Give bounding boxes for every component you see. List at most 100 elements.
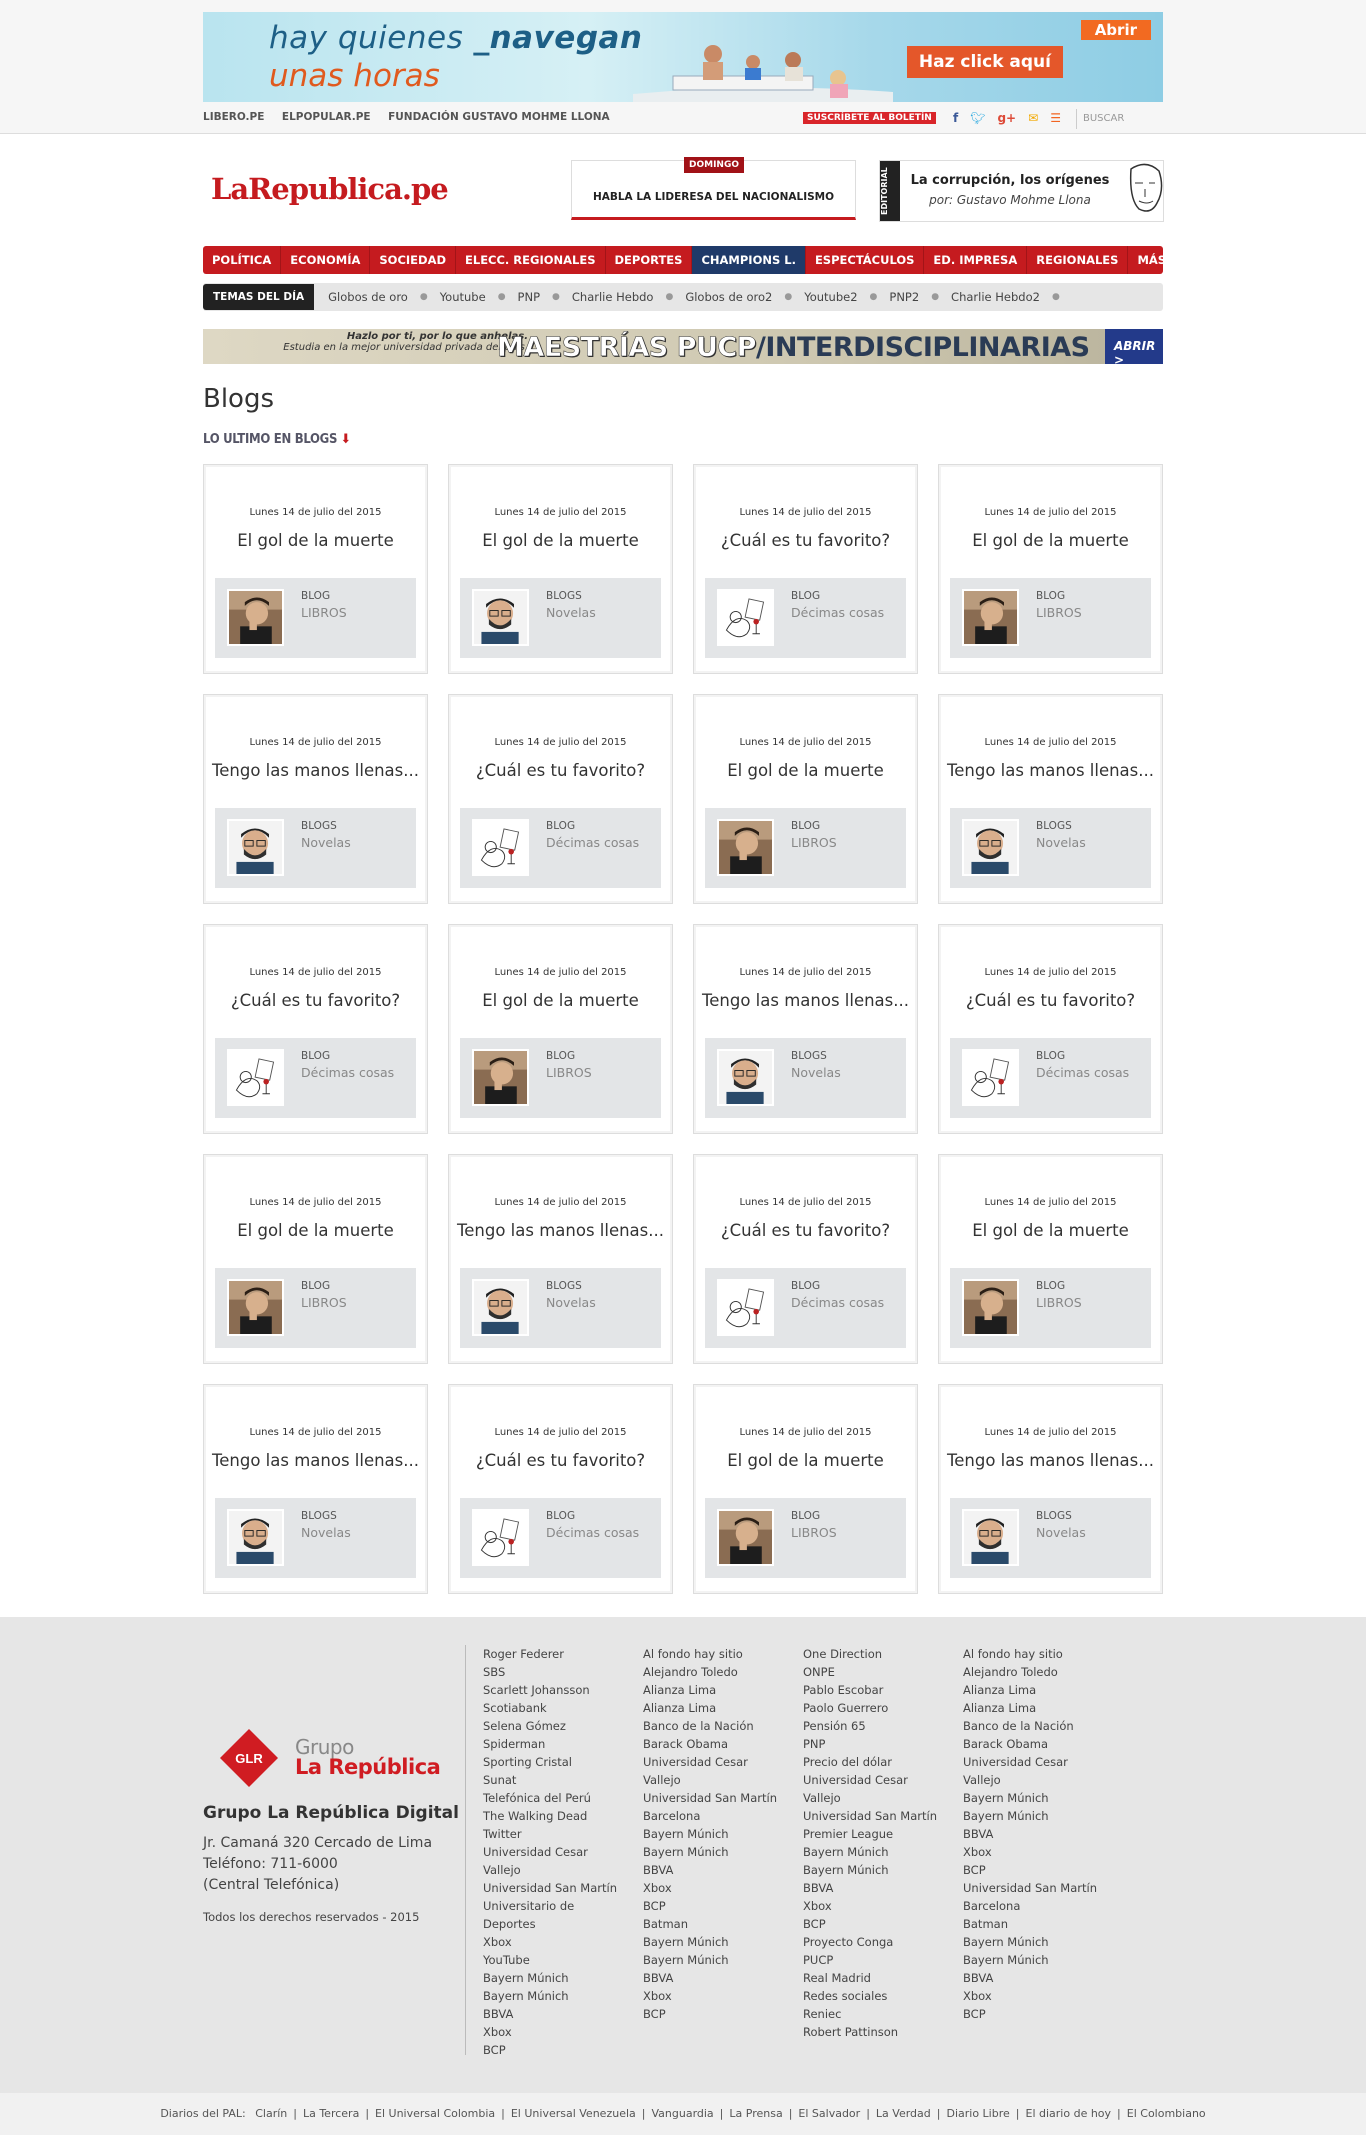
- footer-tag-link[interactable]: BCP: [483, 2041, 617, 2059]
- subscribe-button[interactable]: SUSCRÍBETE AL BOLETÍN: [803, 112, 936, 124]
- footer-tag-link[interactable]: Selena Gómez: [483, 1717, 617, 1735]
- footer-tag-link[interactable]: Universidad Cesar: [643, 1753, 777, 1771]
- blog-card[interactable]: Lunes 14 de julio del 2015 Tengo las mano…: [203, 694, 428, 904]
- blog-name[interactable]: LIBROS: [1036, 1295, 1082, 1310]
- site-logo[interactable]: LaRepublica.pe: [211, 172, 449, 206]
- footer-tag-link[interactable]: YouTube: [483, 1951, 617, 1969]
- mail-icon[interactable]: ✉: [1028, 111, 1038, 125]
- ad-abrir-button[interactable]: Abrir: [1080, 20, 1151, 40]
- card-title[interactable]: Tengo las manos llenas...: [449, 1221, 672, 1240]
- card-title[interactable]: El gol de la muerte: [694, 1451, 917, 1470]
- pucp-advertisement[interactable]: Hazlo por ti, por lo que anhelas. Estudia…: [203, 329, 1163, 364]
- ad-click-button[interactable]: Haz click aquí: [906, 46, 1063, 78]
- tema-link[interactable]: Charlie Hebdo2: [951, 290, 1040, 304]
- footer-tag-link[interactable]: Xbox: [643, 1879, 777, 1897]
- footer-tag-link[interactable]: Alianza Lima: [963, 1699, 1097, 1717]
- footer-tag-link[interactable]: BBVA: [803, 1879, 937, 1897]
- blog-name[interactable]: Décimas cosas: [1036, 1065, 1129, 1080]
- partner-link[interactable]: ELPOPULAR.PE: [282, 111, 371, 123]
- footer-tag-link[interactable]: Sporting Cristal: [483, 1753, 617, 1771]
- blog-name[interactable]: Novelas: [301, 1525, 351, 1540]
- card-blog-info[interactable]: BLOGS Novelas: [950, 808, 1151, 888]
- footer-tag-link[interactable]: Xbox: [643, 1987, 777, 2005]
- footer-tag-link[interactable]: Universidad Cesar: [803, 1771, 937, 1789]
- blog-card[interactable]: Lunes 14 de julio del 2015 Tengo las mano…: [448, 1154, 673, 1364]
- blog-name[interactable]: Décimas cosas: [791, 1295, 884, 1310]
- footer-tag-link[interactable]: Pablo Escobar: [803, 1681, 937, 1699]
- footer-tag-link[interactable]: Bayern Múnich: [963, 1807, 1097, 1825]
- footer-tag-link[interactable]: Xbox: [803, 1897, 937, 1915]
- blog-card[interactable]: Lunes 14 de julio del 2015 El gol de la m…: [203, 464, 428, 674]
- footer-tag-link[interactable]: BCP: [803, 1915, 937, 1933]
- footer-tag-link[interactable]: Bayern Múnich: [803, 1861, 937, 1879]
- google-plus-icon[interactable]: g+: [997, 111, 1016, 125]
- blog-card[interactable]: Lunes 14 de julio del 2015 El gol de la m…: [203, 1154, 428, 1364]
- footer-tag-link[interactable]: Universidad Cesar: [483, 1843, 617, 1861]
- footer-tag-link[interactable]: Vallejo: [803, 1789, 937, 1807]
- footer-tag-link[interactable]: Alianza Lima: [643, 1699, 777, 1717]
- pal-link[interactable]: La Tercera: [303, 2107, 359, 2120]
- footer-tag-link[interactable]: Banco de la Nación: [963, 1717, 1097, 1735]
- footer-tag-link[interactable]: PUCP: [803, 1951, 937, 1969]
- footer-tag-link[interactable]: Bayern Múnich: [963, 1933, 1097, 1951]
- card-title[interactable]: El gol de la muerte: [449, 991, 672, 1010]
- footer-tag-link[interactable]: Universidad San Martín: [483, 1879, 617, 1897]
- card-title[interactable]: Tengo las manos llenas...: [939, 761, 1162, 780]
- card-blog-info[interactable]: BLOG Décimas cosas: [705, 578, 906, 658]
- footer-tag-link[interactable]: Universitario de: [483, 1897, 617, 1915]
- footer-tag-link[interactable]: Bayern Múnich: [483, 1969, 617, 1987]
- card-blog-info[interactable]: BLOG Décimas cosas: [460, 808, 661, 888]
- footer-tag-link[interactable]: Universidad San Martín: [643, 1789, 777, 1807]
- footer-tag-link[interactable]: BCP: [643, 2005, 777, 2023]
- footer-tag-link[interactable]: BCP: [643, 1897, 777, 1915]
- footer-tag-link[interactable]: Redes sociales: [803, 1987, 937, 2005]
- card-title[interactable]: ¿Cuál es tu favorito?: [694, 1221, 917, 1240]
- card-title[interactable]: Tengo las manos llenas...: [204, 761, 427, 780]
- blog-name[interactable]: LIBROS: [546, 1065, 592, 1080]
- card-blog-info[interactable]: BLOGS Novelas: [950, 1498, 1151, 1578]
- nav-item[interactable]: MÁS SECCIONES: [1128, 246, 1251, 274]
- card-title[interactable]: ¿Cuál es tu favorito?: [449, 1451, 672, 1470]
- footer-tag-link[interactable]: Bayern Múnich: [643, 1933, 777, 1951]
- footer-tag-link[interactable]: Barack Obama: [643, 1735, 777, 1753]
- footer-tag-link[interactable]: Reniec: [803, 2005, 937, 2023]
- footer-tag-link[interactable]: Robert Pattinson: [803, 2023, 937, 2041]
- pal-link[interactable]: La Prensa: [729, 2107, 782, 2120]
- card-title[interactable]: Tengo las manos llenas...: [694, 991, 917, 1010]
- footer-tag-link[interactable]: Universidad San Martín: [803, 1807, 937, 1825]
- blog-card[interactable]: Lunes 14 de julio del 2015 ¿Cuál es tu fa…: [448, 694, 673, 904]
- footer-tag-link[interactable]: PNP: [803, 1735, 937, 1753]
- footer-tag-link[interactable]: Universidad Cesar: [963, 1753, 1097, 1771]
- card-blog-info[interactable]: BLOGS Novelas: [460, 578, 661, 658]
- footer-tag-link[interactable]: Spiderman: [483, 1735, 617, 1753]
- footer-tag-link[interactable]: Real Madrid: [803, 1969, 937, 1987]
- blog-card[interactable]: Lunes 14 de julio del 2015 Tengo las mano…: [938, 1384, 1163, 1594]
- blog-name[interactable]: LIBROS: [791, 835, 837, 850]
- blog-name[interactable]: Novelas: [1036, 835, 1086, 850]
- pal-link[interactable]: El Salvador: [798, 2107, 860, 2120]
- card-title[interactable]: Tengo las manos llenas...: [204, 1451, 427, 1470]
- pal-link[interactable]: Diario Libre: [946, 2107, 1009, 2120]
- card-title[interactable]: El gol de la muerte: [939, 1221, 1162, 1240]
- footer-tag-link[interactable]: Banco de la Nación: [643, 1717, 777, 1735]
- footer-tag-link[interactable]: Telefónica del Perú: [483, 1789, 617, 1807]
- partner-link[interactable]: FUNDACIÓN GUSTAVO MOHME LLONA: [388, 111, 610, 123]
- footer-tag-link[interactable]: Premier League: [803, 1825, 937, 1843]
- card-title[interactable]: ¿Cuál es tu favorito?: [204, 991, 427, 1010]
- card-title[interactable]: El gol de la muerte: [204, 1221, 427, 1240]
- footer-tag-link[interactable]: Barcelona: [643, 1807, 777, 1825]
- blog-name[interactable]: Novelas: [791, 1065, 841, 1080]
- blog-name[interactable]: Décimas cosas: [301, 1065, 394, 1080]
- card-title[interactable]: El gol de la muerte: [204, 531, 427, 550]
- footer-tag-link[interactable]: Bayern Múnich: [803, 1843, 937, 1861]
- footer-tag-link[interactable]: Vallejo: [963, 1771, 1097, 1789]
- footer-tag-link[interactable]: Alianza Lima: [643, 1681, 777, 1699]
- footer-tag-link[interactable]: BCP: [963, 1861, 1097, 1879]
- card-title[interactable]: El gol de la muerte: [694, 761, 917, 780]
- footer-tag-link[interactable]: Bayern Múnich: [643, 1825, 777, 1843]
- nav-item[interactable]: ECONOMÍA: [281, 246, 371, 274]
- blog-card[interactable]: Lunes 14 de julio del 2015 El gol de la m…: [938, 1154, 1163, 1364]
- nav-item[interactable]: ELECC. REGIONALES: [456, 246, 606, 274]
- footer-tag-link[interactable]: Proyecto Conga: [803, 1933, 937, 1951]
- pal-link[interactable]: El Universal Colombia: [375, 2107, 495, 2120]
